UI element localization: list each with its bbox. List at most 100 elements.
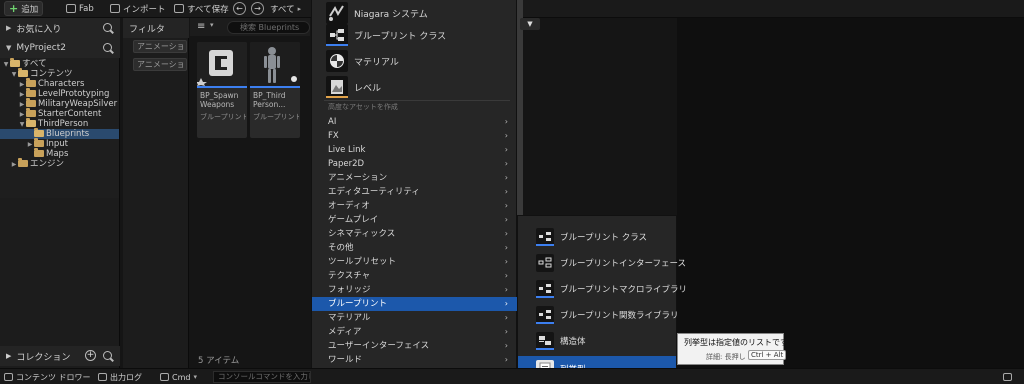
menu-divider — [324, 100, 510, 101]
chevron-right-icon: › — [504, 243, 508, 252]
folder-icon — [34, 138, 44, 147]
asset-name: BP_Spawn Weapons — [200, 91, 239, 109]
menu-item-tool-presets[interactable]: ツールプリセット › — [312, 255, 518, 269]
filter-icon[interactable]: ≡ — [197, 21, 205, 32]
menu-item-paper2d[interactable]: Paper2D › — [312, 157, 518, 171]
menu-item-cinematics[interactable]: シネマティックス › — [312, 227, 518, 241]
menu-item-media[interactable]: メディア › — [312, 325, 518, 339]
console-icon — [160, 373, 169, 381]
menu-item-fx[interactable]: FX › — [312, 129, 518, 143]
tree-item-blueprints[interactable]: Blueprints — [0, 128, 119, 139]
tree-item-input[interactable]: ▶ Input — [0, 138, 119, 149]
folder-icon — [26, 118, 36, 127]
item-count: 5 アイテム — [198, 356, 240, 366]
menu-item-texture[interactable]: テクスチャ › — [312, 269, 518, 283]
menu-item-misc[interactable]: その他 › — [312, 241, 518, 255]
console-command-input[interactable]: コンソールコマンドを入力します — [213, 371, 311, 383]
chevron-down-icon[interactable]: ▼ — [520, 18, 540, 30]
submenu-item-blueprint-interface[interactable]: ブループリントインターフェース — [518, 250, 686, 276]
tree-label: Maps — [46, 149, 69, 159]
blueprint-class-icon — [536, 228, 554, 246]
source-control-icon[interactable] — [1003, 373, 1012, 381]
menu-item-user-interface[interactable]: ユーザーインターフェイス › — [312, 339, 518, 353]
tooltip-hint: 詳細: 長押し — [706, 353, 746, 361]
sources-panel: ▶ お気に入り ▼ MyProject2 ▼ すべて ▼ コンテンツ ▶ Charac… — [0, 18, 120, 368]
asset-search-input[interactable]: 検索 Blueprints — [227, 21, 310, 34]
project-header[interactable]: ▼ MyProject2 — [0, 38, 120, 58]
menu-item-label: テクスチャ — [328, 271, 371, 281]
submenu-item-blueprint-macro-library[interactable]: ブループリントマクロライブラリ — [518, 276, 687, 302]
menu-item-blueprint-class[interactable]: ブループリント クラス — [312, 22, 518, 48]
menu-item-label: FX — [328, 131, 339, 141]
tree-label: MilitaryWeapSilver — [38, 99, 118, 109]
menu-item-level[interactable]: レベル — [312, 74, 518, 100]
submenu-item-blueprint-class[interactable]: ブループリント クラス — [518, 224, 676, 250]
import-button[interactable]: インポート — [106, 1, 170, 16]
character-mannequin-icon — [264, 47, 297, 83]
asset-tile[interactable]: BP_Spawn Weapons ブループリントク — [197, 42, 247, 138]
menu-item-label: ツールプリセット — [328, 257, 397, 267]
filter-item[interactable]: アニメーショ — [133, 58, 187, 71]
tree-label: すべて — [22, 59, 47, 69]
menu-item-foliage[interactable]: フォリッジ › — [312, 283, 518, 297]
favorites-header[interactable]: ▶ お気に入り — [0, 18, 120, 38]
menu-item-label: マテリアル — [354, 57, 399, 68]
section-label: 高度なアセットを作成 — [328, 103, 398, 111]
menu-item-world[interactable]: ワールド › — [312, 353, 518, 367]
output-log-button[interactable]: 出力ログ — [98, 371, 142, 383]
filter-title: フィルタ — [129, 24, 165, 35]
fab-button[interactable]: Fab — [62, 1, 98, 16]
folder-icon — [34, 148, 44, 157]
content-drawer-button[interactable]: コンテンツ ドロワー — [4, 371, 91, 383]
chevron-right-icon: › — [504, 201, 508, 210]
back-arrow-icon[interactable]: ← — [233, 2, 246, 15]
menu-item-material-category[interactable]: マテリアル › — [312, 311, 518, 325]
tree-item-startercontent[interactable]: ▶ StarterContent — [0, 108, 119, 119]
tree-item-militaryweapsilver[interactable]: ▶ MilitaryWeapSilver — [0, 98, 119, 109]
path-label: すべて — [270, 4, 295, 15]
menu-item-editor-utility[interactable]: エディタユーティリティ › — [312, 185, 518, 199]
cmd-dropdown[interactable]: Cmd ▾ — [160, 371, 197, 383]
tree-item-levelprototyping[interactable]: ▶ LevelPrototyping — [0, 88, 119, 99]
menu-item-ai[interactable]: AI › — [312, 115, 518, 129]
search-icon[interactable] — [103, 43, 112, 52]
expand-arrow-icon: ▶ — [6, 24, 12, 32]
submenu-item-structure[interactable]: 構造体 — [518, 328, 676, 354]
menu-item-blueprint[interactable]: ブループリント › — [312, 297, 518, 311]
search-icon[interactable] — [103, 23, 112, 32]
niagara-icon — [326, 2, 348, 24]
asset-thumbnail — [250, 42, 300, 88]
forward-arrow-icon[interactable]: → — [251, 2, 264, 15]
collections-header[interactable]: ▶ コレクション + — [0, 346, 120, 366]
submenu-item-label: ブループリント関数ライブラリ — [560, 311, 679, 321]
search-icon[interactable] — [103, 351, 112, 360]
submenu-item-label: 構造体 — [560, 337, 586, 347]
add-button[interactable]: + 追加 — [4, 1, 44, 16]
menu-item-label: メディア — [328, 327, 362, 337]
menu-scrollbar[interactable] — [517, 0, 523, 215]
menu-item-gameplay[interactable]: ゲームプレイ › — [312, 213, 518, 227]
content-drawer-icon — [4, 373, 13, 381]
blueprint-macro-library-icon — [536, 280, 554, 298]
tree-item-characters[interactable]: ▶ Characters — [0, 78, 119, 89]
tree-item-engine[interactable]: ▶ エンジン — [0, 158, 119, 169]
output-log-icon — [98, 373, 107, 381]
material-sphere-icon — [326, 50, 348, 72]
save-all-button[interactable]: すべて保存 — [170, 1, 233, 16]
menu-item-label: Niagara システム — [354, 9, 428, 20]
submenu-item-blueprint-function-library[interactable]: ブループリント関数ライブラリ — [518, 302, 679, 328]
asset-tile[interactable]: BP_Third Person... ブループリントク — [250, 42, 300, 138]
add-collection-icon[interactable]: + — [85, 350, 96, 361]
path-breadcrumb[interactable]: すべて ▸ — [266, 1, 305, 16]
menu-item-material[interactable]: マテリアル — [312, 48, 518, 74]
filter-item[interactable]: アニメーショ — [133, 40, 187, 53]
menu-item-animation[interactable]: アニメーション › — [312, 171, 518, 185]
fab-icon — [66, 4, 76, 13]
cmd-label: Cmd — [172, 372, 191, 382]
tooltip-shortcut: Ctrl + Alt — [748, 350, 787, 360]
menu-item-audio[interactable]: オーディオ › — [312, 199, 518, 213]
tree-item-thirdperson[interactable]: ▼ ThirdPerson — [0, 118, 119, 129]
chevron-down-icon[interactable]: ▾ — [210, 21, 214, 29]
tree-item-content[interactable]: ▼ コンテンツ — [0, 68, 119, 79]
menu-item-live-link[interactable]: Live Link › — [312, 143, 518, 157]
